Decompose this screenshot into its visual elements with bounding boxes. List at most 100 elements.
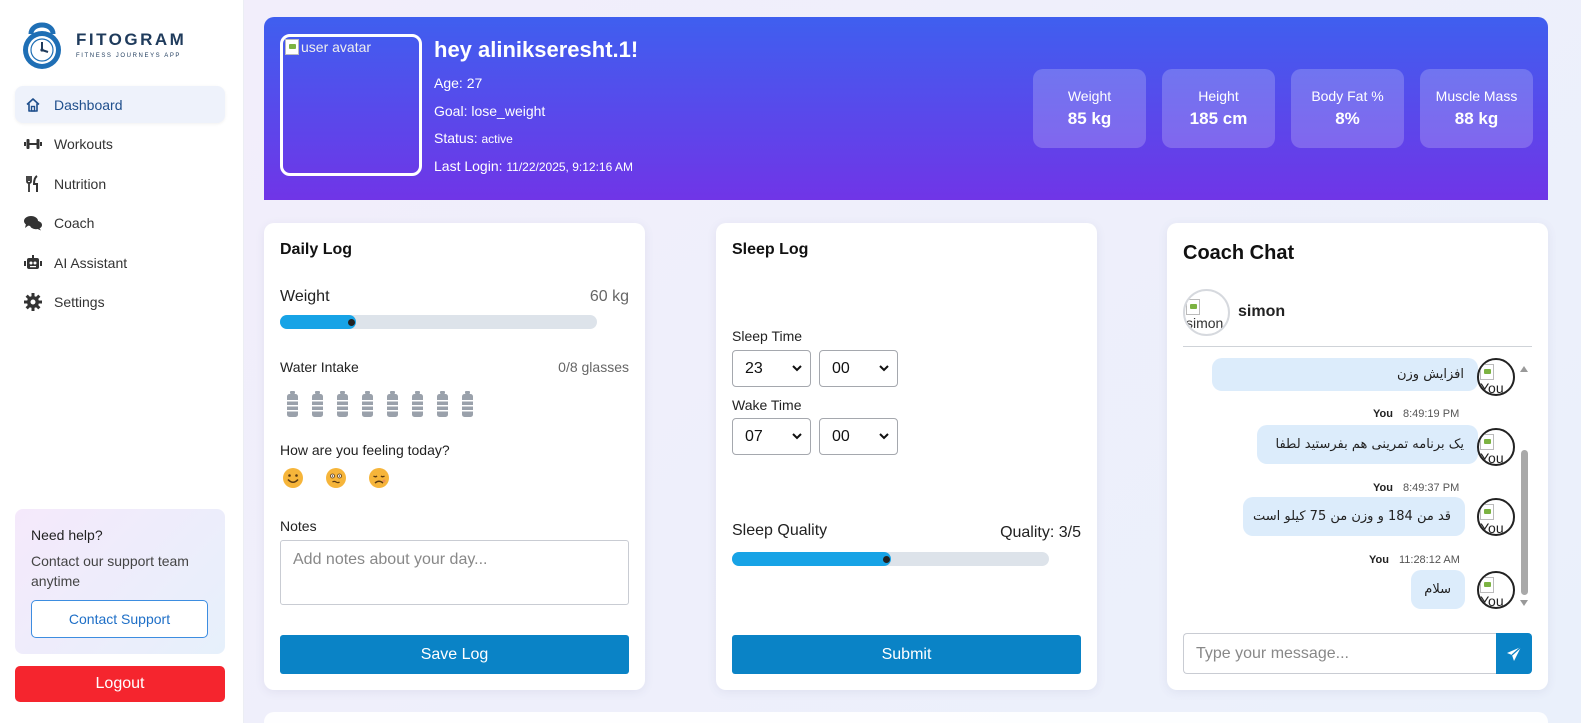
water-intake-label: Water Intake xyxy=(280,359,359,375)
wake-hour-select[interactable]: 07 xyxy=(732,418,811,455)
stat-value: 185 cm xyxy=(1189,109,1248,128)
scrollbar-thumb[interactable] xyxy=(1521,450,1528,595)
broken-image-icon xyxy=(1186,299,1200,316)
message-list[interactable]: افزایش وزن You You 8:49:19 PM یک برنامه ت… xyxy=(1183,350,1532,613)
message-input[interactable]: Type your message... xyxy=(1183,633,1497,674)
sidebar-item-nutrition[interactable]: Nutrition xyxy=(15,165,225,202)
message-scrollbar[interactable] xyxy=(1520,366,1528,606)
avatar: user avatar xyxy=(280,34,422,176)
weight-label: Weight xyxy=(280,288,330,305)
help-box: Need help? Contact our support team anyt… xyxy=(15,509,225,654)
wake-minute-select[interactable]: 00 xyxy=(819,418,898,455)
daily-log-title: Daily Log xyxy=(280,241,353,258)
sleep-quality-label: Sleep Quality xyxy=(732,522,828,539)
sleep-log-card: Sleep Log Sleep Time 23 00 Wake Time 07 … xyxy=(716,223,1097,690)
sidebar-item-label: Nutrition xyxy=(54,175,107,192)
mood-question: How are you feeling today? xyxy=(280,442,450,458)
chevron-down-icon xyxy=(792,365,802,372)
user-age: Age: 27 xyxy=(434,75,483,91)
brand-tagline: FITNESS JOURNEYS APP xyxy=(76,52,182,59)
greeting: hey alinikseresht.1! xyxy=(434,37,639,62)
help-title: Need help? xyxy=(31,527,103,543)
scroll-down-icon[interactable] xyxy=(1520,600,1528,606)
broken-image-icon xyxy=(1480,434,1494,451)
stat-label: Height xyxy=(1198,88,1239,104)
stat-body-fat: Body Fat % 8% xyxy=(1291,69,1404,148)
broken-image-icon xyxy=(285,39,299,55)
submit-sleep-button[interactable]: Submit xyxy=(732,635,1081,674)
message-meta: You 8:49:19 PM xyxy=(1373,408,1460,420)
sleep-minute-select[interactable]: 00 xyxy=(819,350,898,387)
chat-bubbles-icon xyxy=(24,214,42,232)
sidebar-item-label: Coach xyxy=(54,215,95,232)
happy-face-icon[interactable] xyxy=(282,467,304,489)
logout-button[interactable]: Logout xyxy=(15,666,225,702)
message-meta: You 11:28:12 AM xyxy=(1369,554,1460,566)
notes-label: Notes xyxy=(280,518,317,534)
weight-slider-thumb[interactable] xyxy=(348,318,355,326)
sidebar-item-dashboard[interactable]: Dashboard xyxy=(15,86,225,123)
help-text: Contact our support team anytime xyxy=(31,553,189,589)
stat-value: 85 kg xyxy=(1067,109,1112,128)
neutral-face-icon[interactable] xyxy=(325,467,347,489)
message-meta: You 8:49:37 PM xyxy=(1373,482,1460,494)
broken-image-icon xyxy=(1480,364,1494,381)
sleep-quality-slider-fill xyxy=(732,552,891,566)
water-bottle-icon[interactable] xyxy=(286,391,299,417)
stat-muscle-mass: Muscle Mass 88 kg xyxy=(1420,69,1533,148)
sidebar-nav: Dashboard Workouts Nutrition Coach AI As… xyxy=(15,86,225,324)
water-bottle-icon[interactable] xyxy=(361,391,374,417)
stat-label: Body Fat % xyxy=(1311,88,1384,104)
save-log-button[interactable]: Save Log xyxy=(280,635,629,674)
water-bottle-icon[interactable] xyxy=(336,391,349,417)
sleep-quality-slider[interactable] xyxy=(732,552,1049,566)
sidebar-item-label: Dashboard xyxy=(54,96,123,113)
contact-support-button[interactable]: Contact Support xyxy=(31,600,208,638)
home-icon xyxy=(24,96,42,114)
sleep-quality-slider-thumb[interactable] xyxy=(883,555,890,563)
chat-message: یک برنامه تمرینی هم بفرستید لطفا xyxy=(1257,425,1478,464)
daily-log-card: Daily Log Weight 60 kg Water Intake 0/8 … xyxy=(264,223,645,690)
weight-slider-fill xyxy=(280,315,356,329)
water-bottle-icon[interactable] xyxy=(411,391,424,417)
chat-message: قد من 184 و وزن من 75 کیلو است xyxy=(1243,497,1465,536)
chat-message: افزایش وزن xyxy=(1212,358,1478,391)
chat-message: سلام xyxy=(1411,570,1465,609)
stat-weight: Weight 85 kg xyxy=(1033,69,1146,148)
stat-label: Weight xyxy=(1067,88,1112,104)
send-icon xyxy=(1507,646,1522,661)
sidebar-item-coach[interactable]: Coach xyxy=(15,205,225,242)
user-last-login: Last Login: 11/22/2025, 9:12:16 AM xyxy=(434,158,633,174)
water-bottle-icon[interactable] xyxy=(436,391,449,417)
stat-height: Height 185 cm xyxy=(1162,69,1275,148)
weight-slider[interactable] xyxy=(280,315,597,329)
sidebar-item-ai-assistant[interactable]: AI Assistant xyxy=(15,244,225,281)
sidebar-item-label: Settings xyxy=(54,294,105,311)
sidebar-item-workouts[interactable]: Workouts xyxy=(15,126,225,163)
sleep-hour-select[interactable]: 23 xyxy=(732,350,811,387)
sleep-quality-value: Quality: 3/5 xyxy=(1000,524,1081,541)
user-status: Status: active xyxy=(434,130,513,146)
water-bottle-icon[interactable] xyxy=(311,391,324,417)
brand-logo[interactable]: FITOGRAM FITNESS JOURNEYS APP xyxy=(18,16,218,72)
sleep-log-title: Sleep Log xyxy=(732,241,809,258)
coach-avatar: simon xyxy=(1183,289,1230,336)
sidebar-item-settings[interactable]: Settings xyxy=(15,284,225,321)
water-intake-value: 0/8 glasses xyxy=(558,359,629,375)
sidebar: FITOGRAM FITNESS JOURNEYS APP Dashboard … xyxy=(0,0,244,723)
water-bottle-icon[interactable] xyxy=(461,391,474,417)
scroll-up-icon[interactable] xyxy=(1520,366,1528,372)
avatar-alt-text: user avatar xyxy=(301,39,372,55)
sidebar-item-label: Workouts xyxy=(54,136,113,153)
notes-textarea[interactable]: Add notes about your day... xyxy=(280,540,629,605)
coach-chat-title: Coach Chat xyxy=(1183,242,1295,264)
chevron-down-icon xyxy=(792,433,802,440)
send-button[interactable] xyxy=(1496,633,1532,674)
water-bottle-icon[interactable] xyxy=(386,391,399,417)
user-avatar: You xyxy=(1477,498,1515,536)
sad-face-icon[interactable] xyxy=(368,467,390,489)
stat-value: 8% xyxy=(1335,109,1360,128)
next-card-edge xyxy=(264,712,1548,723)
robot-icon xyxy=(24,254,42,272)
user-avatar: You xyxy=(1477,428,1515,466)
